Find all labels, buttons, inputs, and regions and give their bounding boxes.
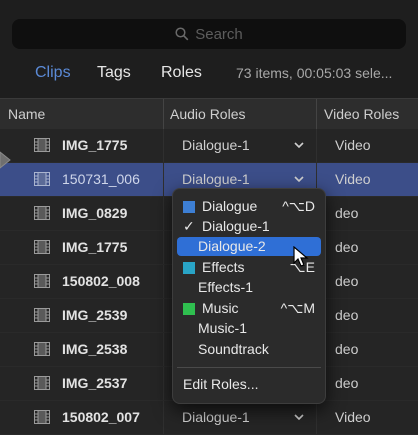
- column-divider: [163, 163, 164, 196]
- column-divider: [163, 401, 164, 434]
- column-divider: [163, 333, 164, 366]
- table-row[interactable]: 150802_007 Dialogue-1 Video: [0, 401, 418, 435]
- menu-item-shortcut: ^⌥D: [282, 198, 315, 214]
- checkmark-icon: ✓: [183, 218, 195, 234]
- column-divider[interactable]: [163, 99, 164, 129]
- menu-item-effects-1[interactable]: Effects-1: [177, 278, 321, 297]
- menu-item-label: Effects: [202, 259, 245, 275]
- film-clip-icon: [34, 206, 50, 220]
- skimmer-marker-icon[interactable]: [0, 150, 14, 170]
- column-divider: [163, 197, 164, 230]
- video-role-value[interactable]: deo: [335, 205, 358, 221]
- film-clip-icon: [34, 376, 50, 390]
- column-divider: [163, 299, 164, 332]
- menu-item-label: Dialogue-2: [198, 238, 266, 254]
- video-role-value[interactable]: Video: [335, 409, 371, 425]
- role-color-swatch: [183, 262, 195, 274]
- video-role-value[interactable]: deo: [335, 273, 358, 289]
- film-clip-icon: [34, 342, 50, 356]
- clip-name: IMG_1775: [62, 239, 128, 255]
- column-divider: [163, 231, 164, 264]
- menu-item-soundtrack[interactable]: Soundtrack: [177, 340, 321, 359]
- chevron-down-icon[interactable]: [293, 174, 305, 184]
- search-placeholder: Search: [195, 25, 243, 43]
- video-role-value[interactable]: deo: [335, 239, 358, 255]
- selection-summary: 73 items, 00:05:03 sele...: [236, 65, 393, 81]
- role-color-swatch: [183, 303, 195, 315]
- menu-item-label: Music: [202, 300, 239, 316]
- menu-item-label: Music-1: [198, 320, 248, 336]
- table-row[interactable]: IMG_1775 Dialogue-1 Video: [0, 129, 418, 163]
- video-role-value[interactable]: Video: [335, 137, 371, 153]
- film-clip-icon: [34, 138, 50, 152]
- film-clip-icon: [34, 172, 50, 186]
- menu-item-music-1[interactable]: Music-1: [177, 319, 321, 338]
- menu-item-label: Dialogue-1: [202, 218, 270, 234]
- clip-name: 150802_008: [62, 273, 140, 289]
- search-field[interactable]: Search: [12, 19, 406, 49]
- menu-item-label: Effects-1: [198, 279, 253, 295]
- search-icon: [175, 27, 189, 41]
- mouse-pointer-icon: [293, 246, 309, 267]
- column-divider: [163, 129, 164, 162]
- chevron-down-icon[interactable]: [293, 412, 305, 422]
- column-divider[interactable]: [316, 99, 317, 129]
- clip-name: 150731_006: [62, 171, 140, 187]
- role-color-swatch: [183, 201, 195, 213]
- column-divider: [316, 129, 317, 162]
- chevron-down-icon[interactable]: [293, 140, 305, 150]
- column-divider: [316, 401, 317, 434]
- clip-name: IMG_0829: [62, 205, 128, 221]
- clip-name: IMG_2538: [62, 341, 128, 357]
- film-clip-icon: [34, 240, 50, 254]
- menu-item-label: Dialogue: [202, 198, 258, 214]
- tab-roles[interactable]: Roles: [161, 64, 202, 82]
- audio-role-value[interactable]: Dialogue-1: [182, 409, 250, 425]
- clip-name: 150802_007: [62, 409, 140, 425]
- clip-name: IMG_2539: [62, 307, 128, 323]
- menu-item-label: Soundtrack: [198, 341, 269, 357]
- browser-tabs: Clips Tags Roles 73 items, 00:05:03 sele…: [0, 60, 418, 90]
- column-divider: [163, 265, 164, 298]
- column-header-name[interactable]: Name: [8, 106, 45, 122]
- audio-role-value[interactable]: Dialogue-1: [182, 171, 250, 187]
- menu-item-dialogue-1[interactable]: ✓ Dialogue-1: [177, 217, 321, 236]
- list-header: Name Audio Roles Video Roles: [0, 98, 418, 130]
- browser-panel: Search Clips Tags Roles 73 items, 00:05:…: [0, 0, 418, 435]
- menu-item-edit-roles[interactable]: Edit Roles...: [177, 375, 321, 394]
- clip-name: IMG_2537: [62, 375, 128, 391]
- video-role-value[interactable]: deo: [335, 375, 358, 391]
- menu-divider: [177, 367, 321, 368]
- film-clip-icon: [34, 410, 50, 424]
- menu-item-label: Edit Roles...: [183, 376, 259, 392]
- tab-tags[interactable]: Tags: [97, 64, 131, 82]
- audio-role-value[interactable]: Dialogue-1: [182, 137, 250, 153]
- column-divider: [163, 367, 164, 400]
- video-role-value[interactable]: Video: [335, 171, 371, 187]
- menu-item-shortcut: ^⌥M: [280, 300, 315, 316]
- column-header-audio-roles[interactable]: Audio Roles: [170, 106, 246, 122]
- menu-item-dialogue[interactable]: Dialogue ^⌥D: [177, 197, 321, 216]
- video-role-value[interactable]: deo: [335, 307, 358, 323]
- audio-roles-dropdown-menu: Dialogue ^⌥D ✓ Dialogue-1 Dialogue-2 Eff…: [172, 188, 326, 404]
- menu-item-music[interactable]: Music ^⌥M: [177, 299, 321, 318]
- film-clip-icon: [34, 274, 50, 288]
- video-role-value[interactable]: deo: [335, 341, 358, 357]
- film-clip-icon: [34, 308, 50, 322]
- clip-name: IMG_1775: [62, 137, 128, 153]
- column-header-video-roles[interactable]: Video Roles: [324, 106, 399, 122]
- tab-clips[interactable]: Clips: [35, 64, 71, 82]
